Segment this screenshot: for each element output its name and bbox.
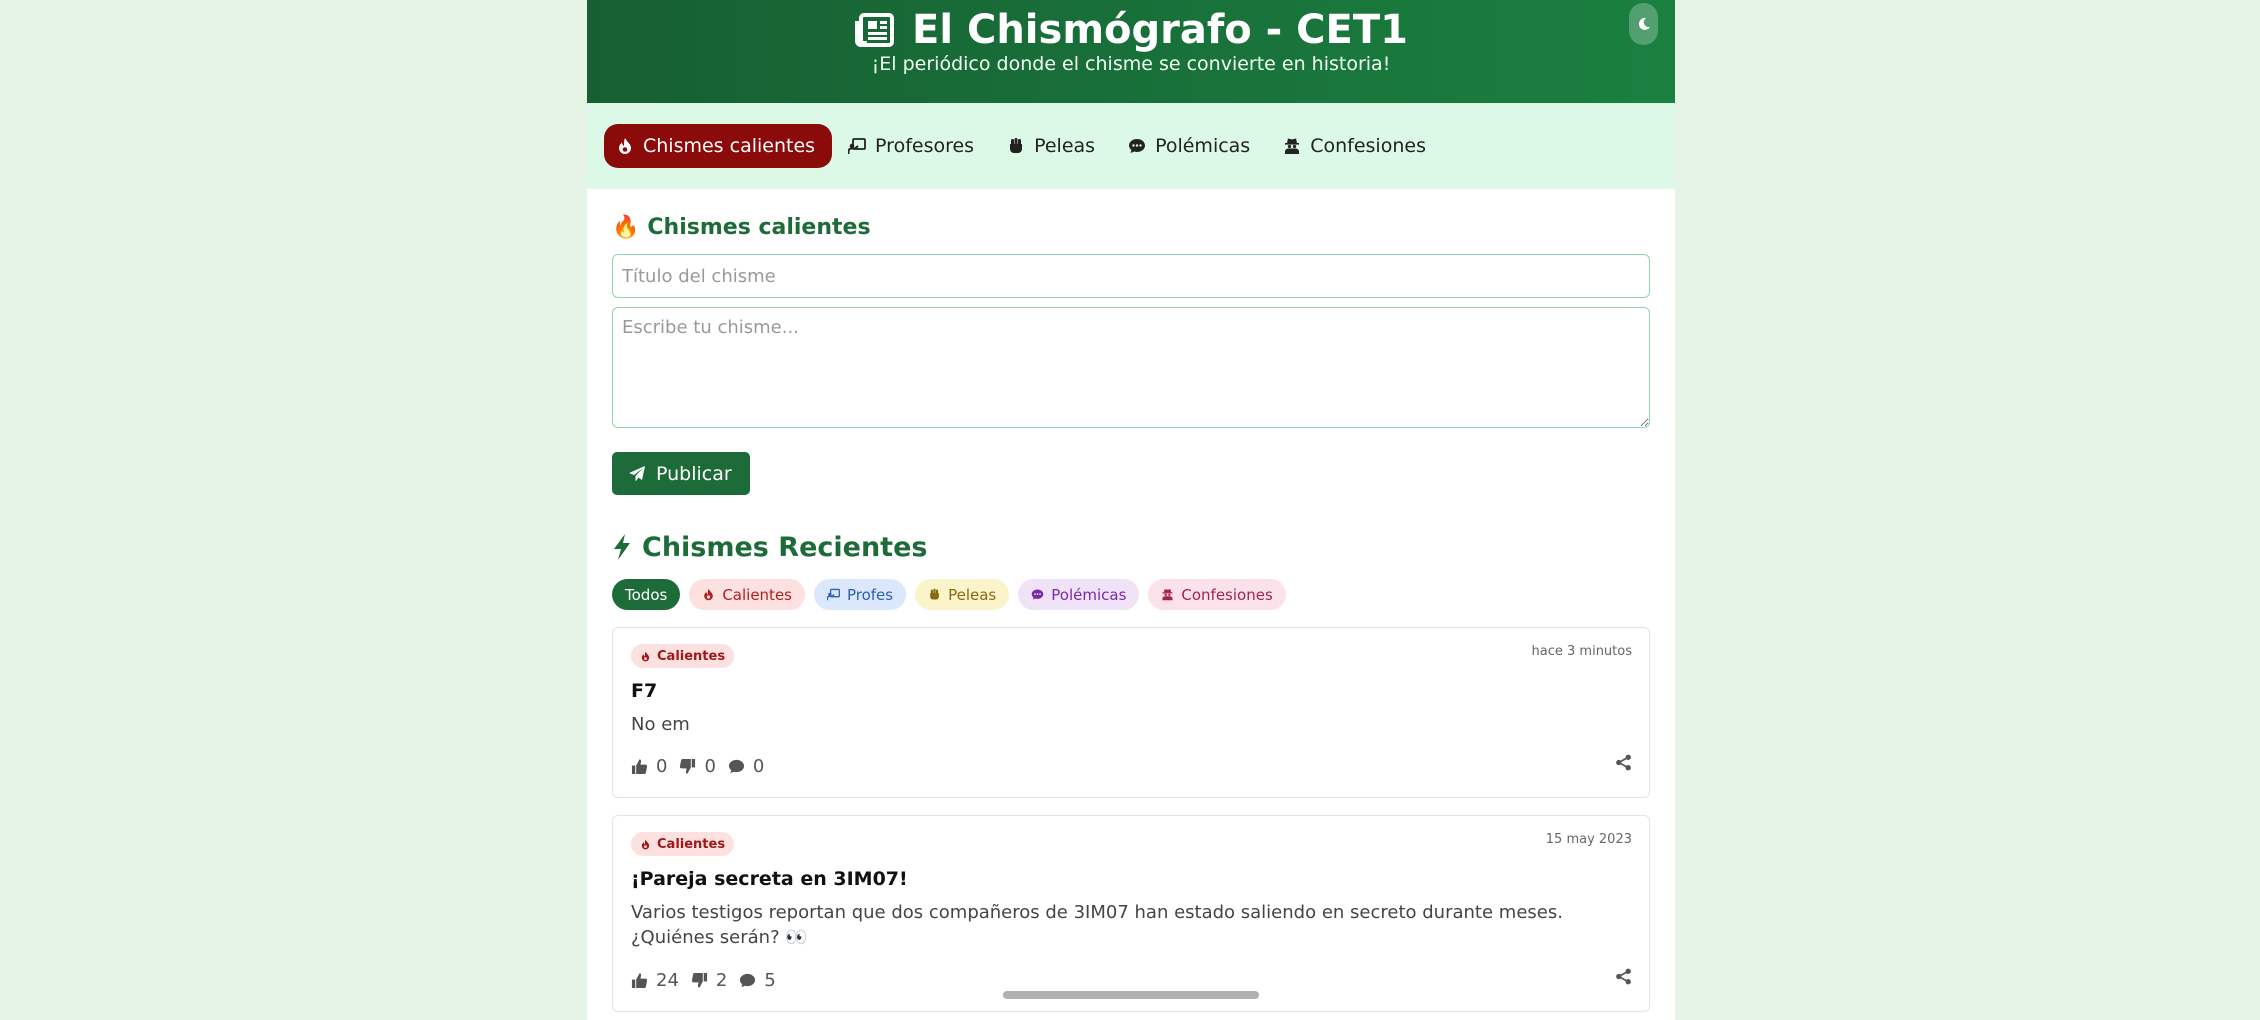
fire-icon bbox=[619, 138, 631, 154]
filter-chip-label: Profes bbox=[846, 585, 894, 604]
post-body: No em bbox=[631, 714, 690, 735]
category-badge-label: Calientes bbox=[657, 836, 726, 852]
comment-icon bbox=[740, 973, 756, 988]
form-section-title-text: Chismes calientes bbox=[647, 214, 871, 240]
comment-dots-icon bbox=[1031, 589, 1044, 600]
share-icon bbox=[1616, 968, 1631, 985]
share-button[interactable] bbox=[1615, 754, 1632, 775]
nav-item-confesiones[interactable]: Confesiones bbox=[1271, 124, 1443, 168]
post-body: Varios testigos reportan que dos compañe… bbox=[631, 902, 1563, 948]
title-row: El Chismógrafo - CET1 bbox=[587, 6, 1675, 54]
thumbs-up-icon bbox=[631, 973, 648, 989]
chalkboard-teacher-icon bbox=[848, 138, 866, 154]
recent-section-title: Chismes Recientes bbox=[612, 529, 1650, 565]
fire-icon bbox=[704, 588, 714, 601]
nav-item-label: Peleas bbox=[1034, 135, 1096, 157]
nav-item-profesores[interactable]: Profesores bbox=[836, 124, 991, 168]
post-timestamp: 15 may 2023 bbox=[1545, 832, 1632, 847]
dislike-count: 2 bbox=[715, 970, 728, 991]
comment-button[interactable]: 5 bbox=[739, 970, 776, 991]
publish-button[interactable]: Publicar bbox=[612, 452, 750, 495]
header: El Chismógrafo - CET1 ¡El periódico dond… bbox=[587, 0, 1675, 103]
post-timestamp: hace 3 minutos bbox=[1531, 644, 1632, 659]
category-badge: Calientes bbox=[631, 832, 735, 856]
comment-icon bbox=[728, 759, 744, 774]
filter-chip-label: Confesiones bbox=[1181, 585, 1273, 604]
user-secret-icon bbox=[1162, 589, 1173, 601]
post-actions: 0 0 0 bbox=[631, 756, 764, 777]
moon-icon bbox=[1638, 17, 1650, 30]
comment-dots-icon bbox=[1129, 139, 1146, 153]
nav-item-peleas[interactable]: Peleas bbox=[995, 124, 1112, 168]
app-subtitle: ¡El periódico donde el chisme se convier… bbox=[871, 53, 1391, 75]
fist-icon bbox=[1010, 138, 1023, 153]
fire-icon bbox=[641, 651, 650, 661]
recent-section-title-text: Chismes Recientes bbox=[642, 531, 928, 563]
category-badge: Calientes bbox=[631, 644, 735, 668]
dislike-button[interactable]: 2 bbox=[691, 970, 727, 991]
paper-plane-icon bbox=[629, 465, 645, 481]
nav-item-label: Chismes calientes bbox=[643, 135, 816, 157]
filter-chip-calientes[interactable]: Calientes bbox=[689, 579, 805, 610]
gossip-title-input[interactable] bbox=[612, 254, 1650, 298]
comment-count: 5 bbox=[764, 970, 776, 991]
fire-icon bbox=[641, 839, 650, 849]
thumbs-down-icon bbox=[680, 758, 696, 774]
filter-chip-profes[interactable]: Profes bbox=[813, 579, 907, 610]
fist-icon bbox=[930, 588, 939, 600]
theme-toggle-button[interactable] bbox=[1629, 3, 1658, 45]
like-button[interactable]: 24 bbox=[631, 970, 679, 991]
filter-chip-label: Todos bbox=[625, 585, 668, 604]
filter-chip-peleas[interactable]: Peleas bbox=[915, 579, 1010, 610]
share-icon bbox=[1616, 754, 1631, 771]
comment-button[interactable]: 0 bbox=[728, 756, 764, 777]
fire-emoji-icon: 🔥 bbox=[612, 214, 640, 240]
app-page: El Chismógrafo - CET1 ¡El periódico dond… bbox=[587, 0, 1675, 1020]
form-section-title: 🔥 Chismes calientes bbox=[612, 211, 1650, 243]
main-content: 🔥 Chismes calientes Publicar Chismes Rec… bbox=[587, 189, 1675, 1012]
gossip-card: Calientes 15 may 2023 ¡Pareja secreta en… bbox=[612, 815, 1650, 1012]
like-button[interactable]: 0 bbox=[631, 756, 667, 777]
post-actions: 24 2 5 bbox=[631, 970, 776, 991]
category-nav: Chismes calientes Profesores Peleas Polé… bbox=[587, 103, 1675, 189]
nav-item-polemicas[interactable]: Polémicas bbox=[1116, 124, 1267, 168]
horizontal-scrollbar[interactable] bbox=[1003, 991, 1259, 999]
gossip-body-textarea[interactable] bbox=[612, 307, 1650, 428]
like-count: 0 bbox=[656, 756, 668, 777]
category-badge-label: Calientes bbox=[657, 648, 726, 664]
filter-chip-label: Polémicas bbox=[1051, 585, 1127, 604]
nav-item-chismes-calientes[interactable]: Chismes calientes bbox=[604, 124, 833, 168]
newspaper-icon bbox=[855, 13, 895, 47]
publish-button-label: Publicar bbox=[656, 462, 732, 485]
nav-item-label: Confesiones bbox=[1310, 135, 1426, 157]
nav-item-label: Profesores bbox=[875, 135, 975, 157]
filter-chip-confesiones[interactable]: Confesiones bbox=[1148, 579, 1286, 610]
post-title: ¡Pareja secreta en 3IM07! bbox=[631, 868, 908, 890]
thumbs-up-icon bbox=[631, 759, 648, 775]
like-count: 24 bbox=[656, 970, 679, 991]
nav-item-label: Polémicas bbox=[1155, 135, 1251, 157]
gossip-card: Calientes hace 3 minutos F7 No em 0 0 0 bbox=[612, 627, 1650, 798]
filter-chip-label: Calientes bbox=[722, 585, 792, 604]
dislike-button[interactable]: 0 bbox=[679, 756, 716, 777]
share-button[interactable] bbox=[1615, 968, 1632, 989]
thumbs-down-icon bbox=[691, 972, 707, 988]
chalkboard-teacher-icon bbox=[826, 588, 840, 601]
post-title: F7 bbox=[631, 680, 658, 702]
filter-chip-polemicas[interactable]: Polémicas bbox=[1018, 579, 1140, 610]
filter-chip-label: Peleas bbox=[948, 585, 997, 604]
filter-chip-todos[interactable]: Todos bbox=[612, 579, 681, 610]
comment-count: 0 bbox=[752, 756, 765, 777]
bolt-icon bbox=[614, 534, 630, 560]
app-title: El Chismógrafo - CET1 bbox=[912, 7, 1408, 53]
dislike-count: 0 bbox=[704, 756, 716, 777]
user-secret-icon bbox=[1285, 138, 1300, 154]
filter-chips: Todos Calientes Profes Peleas Polémicas … bbox=[612, 579, 1650, 610]
